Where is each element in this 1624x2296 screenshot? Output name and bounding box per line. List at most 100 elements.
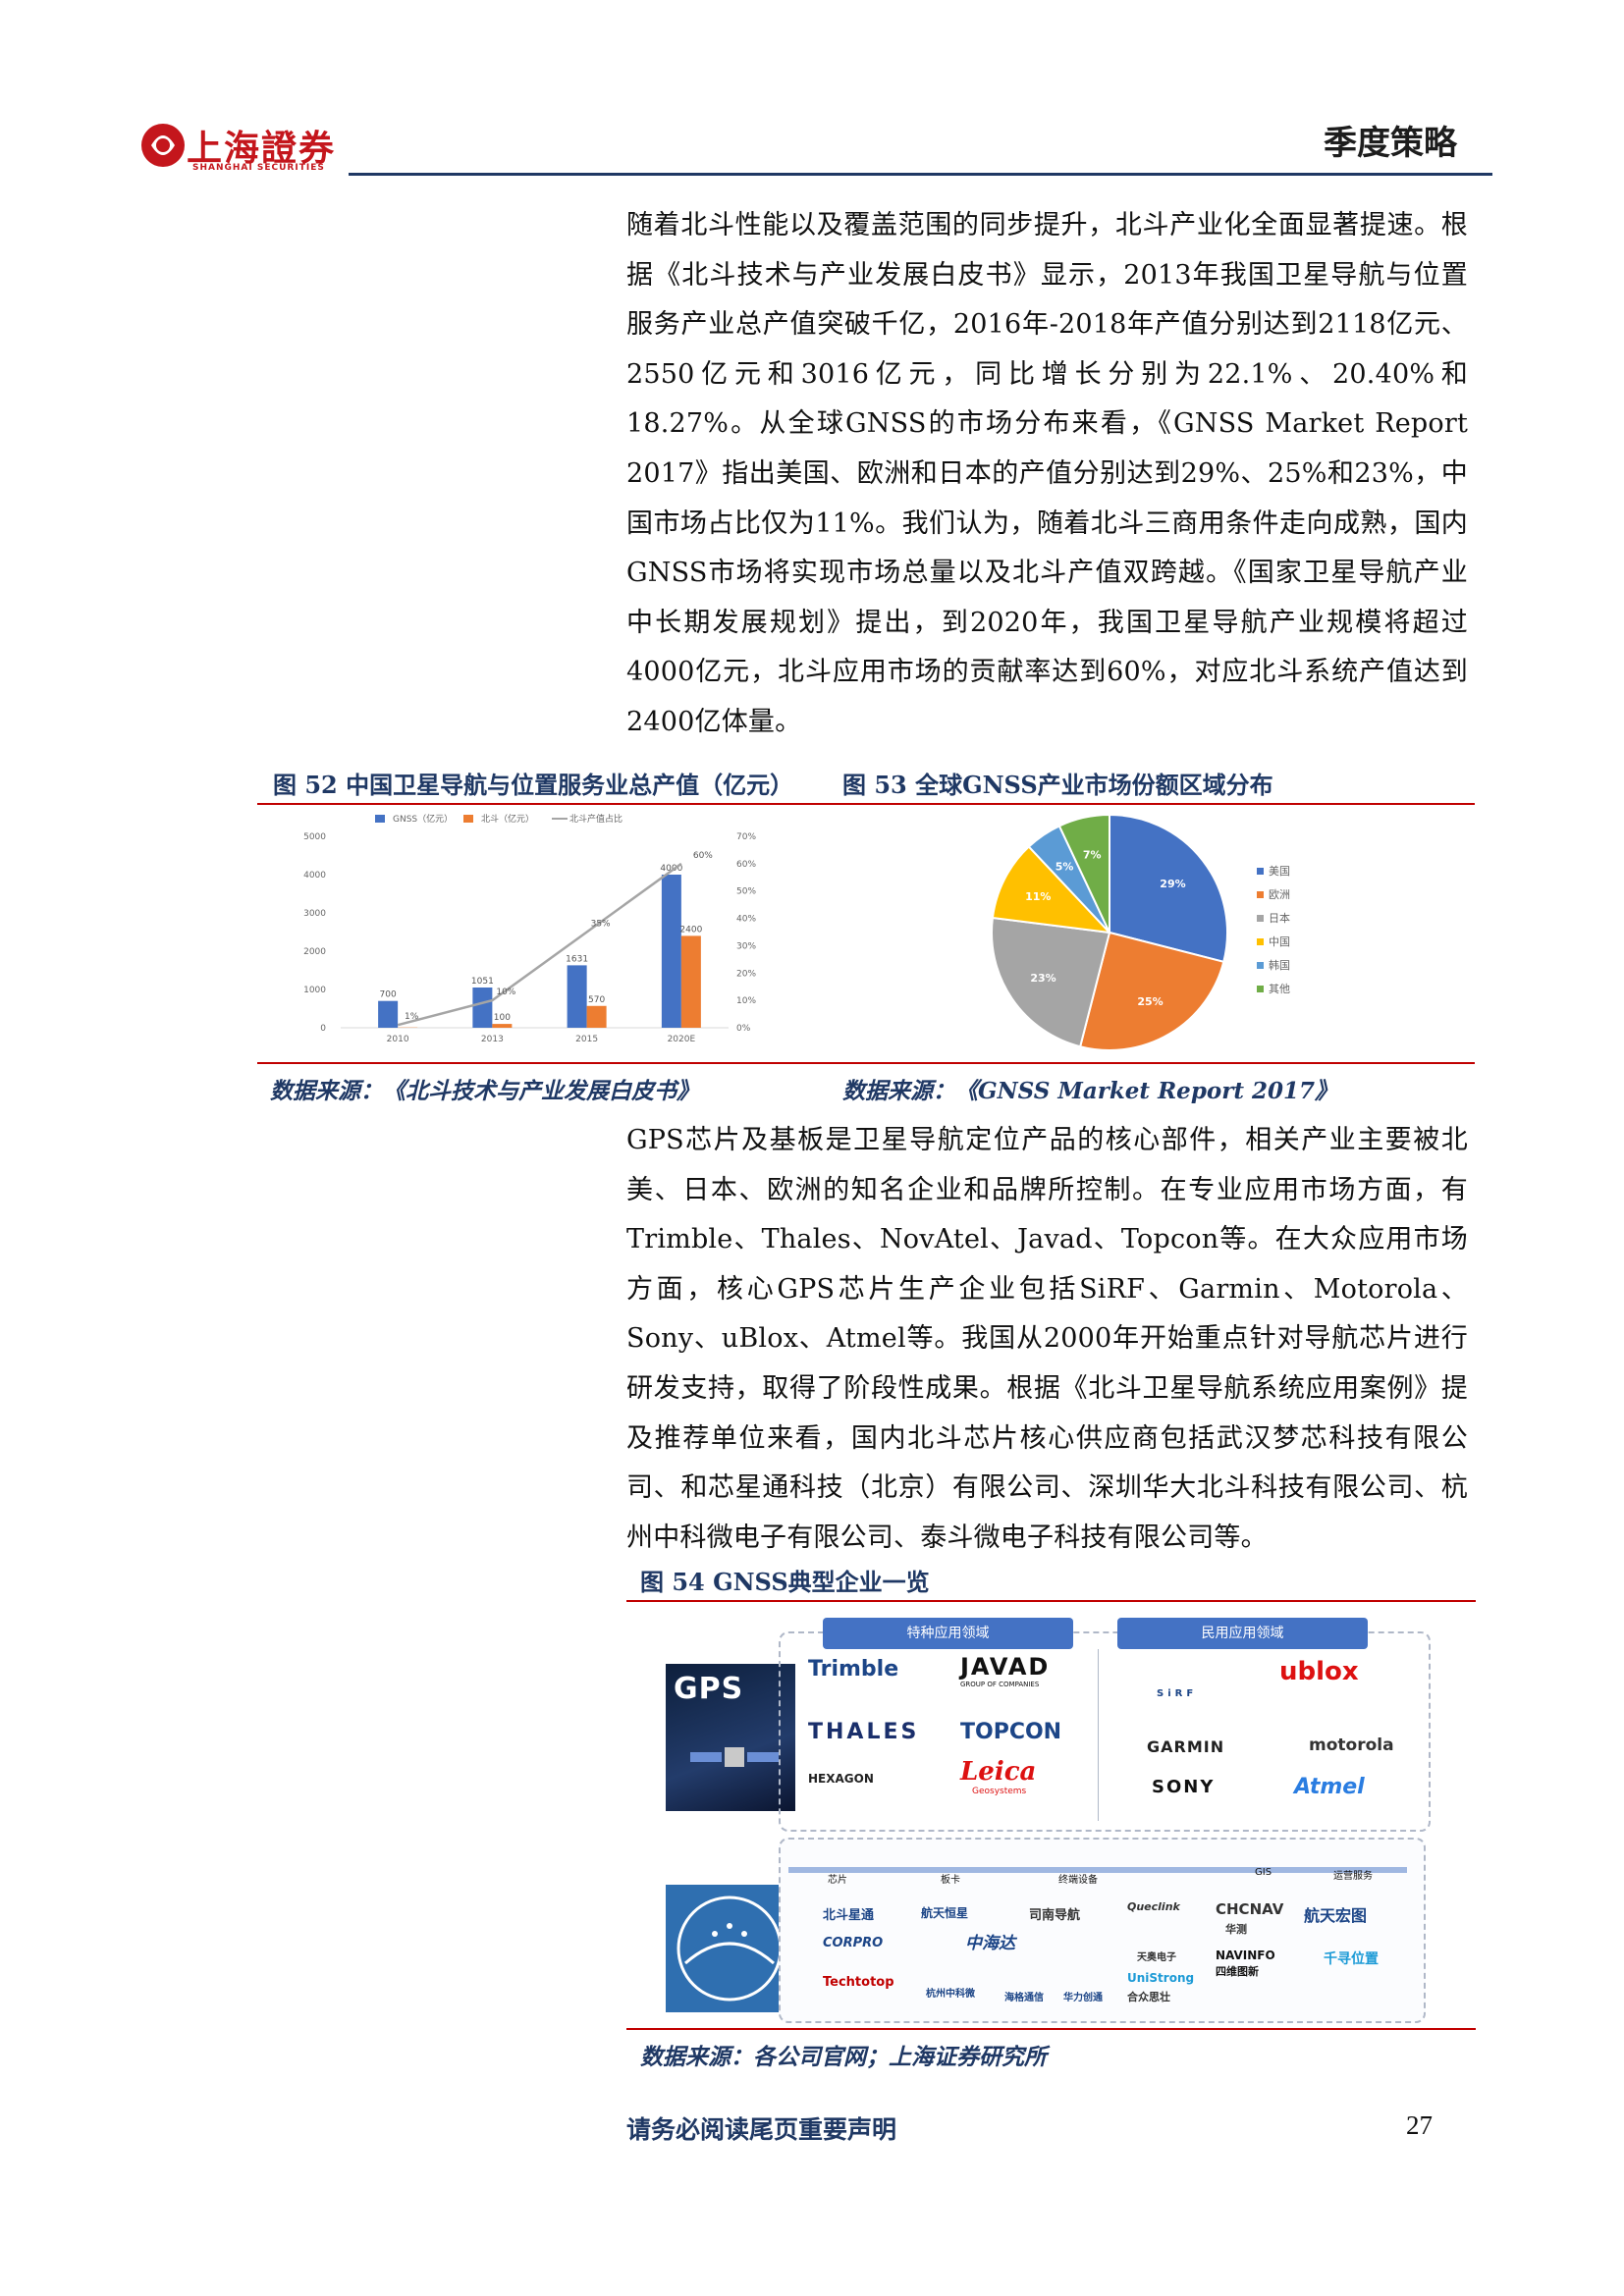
caption-rule-bottom bbox=[257, 1062, 1475, 1064]
cn-company: Queclink bbox=[1127, 1900, 1180, 1913]
legend-swatch bbox=[1257, 986, 1264, 992]
brand-topcon: TOPCON bbox=[960, 1720, 1062, 1744]
figure-54-rule-bottom bbox=[626, 2028, 1476, 2030]
legend-swatch bbox=[463, 815, 473, 823]
cn-company: CORPRO bbox=[823, 1936, 884, 1950]
pie-value-label: 5% bbox=[1056, 861, 1074, 874]
chain-chip: 芯片 bbox=[828, 1875, 847, 1886]
y2-tick-label: 70% bbox=[736, 832, 756, 842]
brand-leica-sub: Geosystems bbox=[972, 1787, 1027, 1796]
caption-rule-top bbox=[257, 803, 1475, 805]
domain-divider bbox=[1098, 1649, 1099, 1821]
legend-label: 北斗（亿元） bbox=[481, 813, 534, 825]
share-line bbox=[397, 862, 682, 1027]
bar bbox=[492, 1024, 513, 1028]
chain-terminal: 终端设备 bbox=[1058, 1875, 1098, 1886]
pie-value-label: 25% bbox=[1137, 995, 1163, 1008]
brand-sony: SONY bbox=[1152, 1777, 1216, 1797]
y2-tick-label: 60% bbox=[736, 860, 756, 870]
legend-label: 美国 bbox=[1269, 865, 1290, 878]
brand-hexagon: HEXAGON bbox=[808, 1772, 874, 1786]
bar bbox=[472, 988, 493, 1028]
bar-value-label: 1631 bbox=[566, 954, 588, 964]
bar bbox=[378, 1000, 399, 1028]
line-value-label: 1% bbox=[405, 1012, 419, 1022]
report-type-title: 季度策略 bbox=[1324, 124, 1457, 163]
pie-value-label: 7% bbox=[1083, 848, 1102, 861]
cn-company: Techtotop bbox=[823, 1975, 894, 1990]
figure-53-caption: 图 53 全球GNSS产业市场份额区域分布 bbox=[842, 771, 1273, 799]
y2-tick-label: 10% bbox=[736, 996, 756, 1006]
line-value-label: 10% bbox=[496, 988, 515, 997]
chain-board: 板卡 bbox=[941, 1875, 960, 1886]
figure-52-source: 数据来源：《北斗技术与产业发展白皮书》 bbox=[270, 1078, 699, 1104]
satellite-icon bbox=[690, 1747, 779, 1767]
bar-value-label: 1051 bbox=[471, 977, 494, 987]
cn-company: 华力创通 bbox=[1063, 1993, 1103, 2003]
pie-value-label: 23% bbox=[1030, 972, 1056, 985]
brand-thales: THALES bbox=[808, 1720, 920, 1744]
bar-value-label: 100 bbox=[494, 1013, 511, 1023]
y2-tick-label: 30% bbox=[736, 941, 756, 951]
y2-tick-label: 40% bbox=[736, 915, 756, 925]
header-divider bbox=[349, 173, 1492, 176]
y-tick-label: 4000 bbox=[303, 871, 326, 881]
cn-company: NAVINFO bbox=[1216, 1949, 1275, 1962]
legend-label: 日本 bbox=[1269, 911, 1290, 925]
brand-javad: JAVAD bbox=[960, 1653, 1051, 1681]
body-paragraph-1: 随着北斗性能以及覆盖范围的同步提升，北斗产业化全面显著提速。根据《北斗技术与产业… bbox=[626, 210, 1468, 737]
y-tick-label: 2000 bbox=[303, 947, 326, 957]
bar-value-label: 700 bbox=[380, 990, 397, 1000]
beidou-globe-icon bbox=[677, 1896, 783, 2002]
cn-company: 航天恒星 bbox=[921, 1906, 969, 1920]
legend-swatch bbox=[1257, 938, 1264, 945]
cn-company: CHCNAV bbox=[1216, 1900, 1284, 1918]
x-tick-label: 2015 bbox=[575, 1035, 598, 1044]
cn-company: 中海达 bbox=[965, 1934, 1015, 1953]
civil-domain-pill: 民用应用领域 bbox=[1117, 1618, 1368, 1649]
bar bbox=[567, 965, 587, 1028]
bar bbox=[680, 935, 701, 1028]
legend-swatch bbox=[1257, 868, 1264, 875]
cn-company: 天奥电子 bbox=[1137, 1952, 1176, 1963]
figure-54-rule-top bbox=[626, 1600, 1476, 1602]
figure-52-caption: 图 52 中国卫星导航与位置服务业总产值（亿元） bbox=[273, 771, 794, 799]
cn-company: 合众思壮 bbox=[1127, 1991, 1170, 2003]
gps-label: GPS bbox=[674, 1672, 744, 1706]
special-domain-pill: 特种应用领域 bbox=[823, 1618, 1073, 1649]
brand-atmel: Atmel bbox=[1294, 1775, 1365, 1799]
legend-swatch bbox=[1257, 962, 1264, 969]
figure-52-chart: GNSS（亿元） 北斗（亿元） 北斗产值占比50004000300020001000… bbox=[257, 807, 817, 1057]
beidou-logo-image bbox=[666, 1885, 793, 2012]
legend-label: 韩国 bbox=[1269, 958, 1290, 972]
disclaimer-note: 请务必阅读尾页重要声明 bbox=[626, 2115, 897, 2144]
pie-value-label: 29% bbox=[1160, 878, 1185, 890]
brand-javad-sub: GROUP OF COMPANIES bbox=[960, 1681, 1040, 1688]
cn-company: 杭州中科微 bbox=[926, 1989, 975, 2000]
y2-tick-label: 20% bbox=[736, 969, 756, 979]
bar bbox=[661, 875, 681, 1028]
x-tick-label: 2010 bbox=[387, 1035, 409, 1044]
figure-53-source: 数据来源：《GNSS Market Report 2017》 bbox=[842, 1078, 1338, 1104]
legend-swatch bbox=[1257, 891, 1264, 898]
cn-company: 航天宏图 bbox=[1304, 1906, 1368, 1925]
cn-company: 北斗星通 bbox=[823, 1908, 875, 1923]
legend-label: GNSS（亿元） bbox=[393, 813, 453, 825]
logo-english-name: SHANGHAI SECURITIES bbox=[192, 163, 325, 173]
figure-54-caption: 图 54 GNSS典型企业一览 bbox=[640, 1568, 930, 1596]
cn-company: 千寻位置 bbox=[1324, 1951, 1379, 1967]
y2-tick-label: 0% bbox=[736, 1024, 751, 1034]
body-paragraph-2: GPS芯片及基板是卫星导航定位产品的核心部件，相关产业主要被北美、日本、欧洲的知… bbox=[626, 1125, 1468, 1553]
legend-label: 欧洲 bbox=[1269, 888, 1290, 901]
brand-garmin: GARMIN bbox=[1147, 1737, 1225, 1756]
line-value-label: 60% bbox=[693, 851, 713, 861]
x-tick-label: 2013 bbox=[481, 1035, 504, 1044]
cn-company: UniStrong bbox=[1127, 1971, 1195, 1985]
legend-label: 北斗产值占比 bbox=[569, 813, 623, 825]
figure-54-source: 数据来源：各公司官网；上海证券研究所 bbox=[640, 2044, 1047, 2070]
legend-label: 其他 bbox=[1269, 983, 1290, 995]
brand-motorola: motorola bbox=[1309, 1735, 1394, 1755]
y-tick-label: 0 bbox=[320, 1024, 326, 1034]
gps-satellite-image: GPS bbox=[666, 1664, 795, 1811]
legend-label: 中国 bbox=[1269, 935, 1290, 948]
